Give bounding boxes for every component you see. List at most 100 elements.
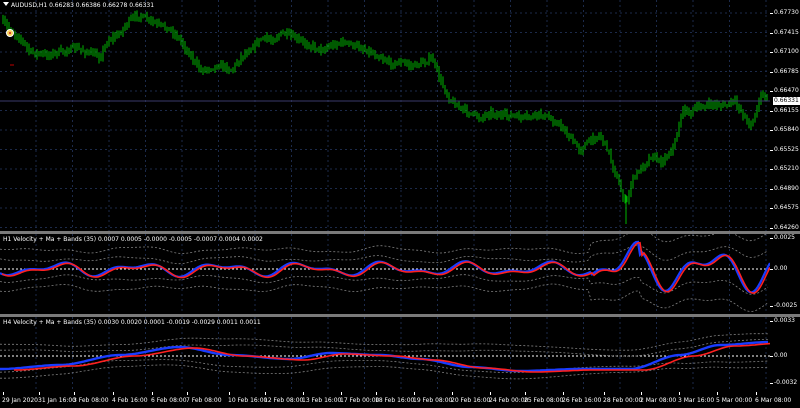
time-axis-label: 24 Feb 00:00 xyxy=(489,397,529,404)
time-axis-label: 12 Feb 08:00 xyxy=(264,397,304,404)
time-tick-mark xyxy=(490,392,491,395)
scale-tick-mark xyxy=(770,149,773,151)
scale-label: 0.66470 xyxy=(774,87,799,94)
current-price-label: 0.66331 xyxy=(773,97,800,105)
price-chart-panel[interactable]: AUDUSD,H1 0.66283 0.66386 0.66278 0.6633… xyxy=(0,0,770,231)
h1-velocity-scale[interactable]: 0.0025 0.00 -0.0025 xyxy=(770,234,800,314)
scale-tick-mark xyxy=(770,130,773,131)
time-tick-mark xyxy=(525,392,526,395)
scale-tick-mark xyxy=(770,52,773,53)
time-axis-label: 25 Feb 08:00 xyxy=(524,397,564,404)
velocity-line xyxy=(0,240,770,294)
time-tick-mark xyxy=(229,392,230,395)
scale-tick-mark xyxy=(770,321,773,322)
time-axis-label: 3 Feb 08:00 xyxy=(73,397,109,404)
scale-tick-mark xyxy=(770,71,773,73)
scale-tick-mark xyxy=(770,188,773,190)
time-tick-mark xyxy=(679,392,680,395)
scale-tick-mark xyxy=(770,227,773,229)
scale-label: -0.0032 xyxy=(774,379,798,386)
time-axis-label: 26 Feb 16:00 xyxy=(562,397,602,404)
time-axis-label: 13 Feb 16:00 xyxy=(302,397,342,404)
time-tick-mark xyxy=(303,392,304,395)
time-axis-label: 3 Mar 16:00 xyxy=(678,397,715,404)
h4-velocity-canvas[interactable] xyxy=(0,317,770,392)
time-axis-label: 6 Mar 08:00 xyxy=(755,397,792,404)
time-axis-label: 10 Feb 16:00 xyxy=(228,397,268,404)
time-axis-label: 7 Feb 08:00 xyxy=(186,397,222,404)
scale-label: 0.0033 xyxy=(774,317,795,324)
time-axis-label: 6 Feb 08:00 xyxy=(151,397,187,404)
velocity-ma-line xyxy=(1,241,770,294)
time-tick-mark xyxy=(265,392,266,395)
time-tick-mark xyxy=(187,392,188,395)
time-tick-mark xyxy=(3,392,4,395)
time-axis-label: 19 Feb 08:00 xyxy=(413,397,453,404)
scale-tick-mark xyxy=(770,169,773,170)
time-axis-label: 4 Feb 16:00 xyxy=(112,397,148,404)
trade-marker-icon[interactable] xyxy=(6,29,14,37)
time-axis-label: 29 Jan 2020 xyxy=(2,397,38,404)
velocity-band-line xyxy=(0,364,769,380)
time-tick-mark xyxy=(563,392,564,395)
scale-label: 0.65210 xyxy=(774,165,799,172)
scale-label: 0.66785 xyxy=(774,67,799,75)
scale-label: 0.64575 xyxy=(774,204,799,211)
scale-label: 0.67100 xyxy=(774,48,799,55)
velocity-band-line xyxy=(0,333,769,351)
time-axis[interactable]: 29 Jan 2020 31 Jan 16:00 3 Feb 08:00 4 Feb … xyxy=(0,392,800,408)
price-chart-canvas[interactable] xyxy=(0,0,770,231)
h1-velocity-panel[interactable]: H1 Velocity + Ma + Bands (35) 0.0007 0.0… xyxy=(0,234,770,314)
time-tick-mark xyxy=(74,392,75,395)
time-axis-label: 20 Feb 16:00 xyxy=(451,397,491,404)
time-tick-mark xyxy=(414,392,415,395)
velocity-band-line xyxy=(0,359,769,374)
scale-label: 0.0025 xyxy=(774,234,795,241)
price-scale[interactable]: 0.67730 0.67415 0.67100 0.66785 0.66470 0.661… xyxy=(770,0,800,231)
velocity-band-line xyxy=(0,283,769,312)
time-axis-label: 18 Feb 16:00 xyxy=(375,397,415,404)
scale-tick-mark xyxy=(770,238,773,239)
scale-label: 0.65525 xyxy=(774,145,799,153)
scale-tick-mark xyxy=(770,306,773,307)
scale-label: 0.00 xyxy=(774,352,788,359)
velocity-band-line xyxy=(0,274,769,295)
scale-label: 0.67415 xyxy=(774,28,799,36)
price-chart-title: AUDUSD,H1 0.66283 0.66386 0.66278 0.6633… xyxy=(3,2,154,9)
h1-velocity-canvas[interactable] xyxy=(0,234,770,314)
scale-tick-mark xyxy=(770,110,773,112)
h4-velocity-title: H4 Velocity + Ma + Bands (35) 0.0030 0.0… xyxy=(3,319,261,326)
time-tick-mark xyxy=(717,392,718,395)
time-axis-label: 5 Mar 00:00 xyxy=(716,397,753,404)
scale-label: 0.00 xyxy=(774,265,788,272)
h4-velocity-panel[interactable]: H4 Velocity + Ma + Bands (35) 0.0030 0.0… xyxy=(0,317,770,392)
time-tick-mark xyxy=(756,392,757,395)
time-tick-mark xyxy=(39,392,40,395)
time-tick-mark xyxy=(604,392,605,395)
scale-label: 0.64890 xyxy=(774,184,799,192)
time-axis-label: 17 Feb 00:00 xyxy=(340,397,380,404)
chart-menu-triangle-icon[interactable] xyxy=(3,2,9,6)
time-tick-mark xyxy=(113,392,114,395)
scale-tick-mark xyxy=(770,91,773,92)
h4-velocity-scale[interactable]: 0.0033 0.00 -0.0032 xyxy=(770,317,800,392)
time-tick-mark xyxy=(641,392,642,395)
time-tick-mark xyxy=(452,392,453,395)
scale-tick-mark xyxy=(770,208,773,209)
scale-label: 0.67730 xyxy=(774,9,799,16)
time-tick-mark xyxy=(152,392,153,395)
scale-tick-mark xyxy=(770,356,773,357)
scale-tick-mark xyxy=(770,269,773,270)
scale-tick-mark xyxy=(770,32,773,34)
scale-label: 0.64260 xyxy=(774,223,799,231)
velocity-band-line xyxy=(0,339,768,357)
time-axis-label: 28 Feb 00:00 xyxy=(603,397,643,404)
time-tick-mark xyxy=(376,392,377,395)
scale-tick-mark xyxy=(770,383,773,384)
time-tick-mark xyxy=(341,392,342,395)
scale-label: 0.65840 xyxy=(774,126,799,133)
scale-tick-mark xyxy=(770,13,773,14)
time-axis-label: 2 Mar 08:00 xyxy=(640,397,677,404)
scale-label: -0.0025 xyxy=(774,302,798,309)
h1-velocity-title: H1 Velocity + Ma + Bands (35) 0.0007 0.0… xyxy=(3,236,263,243)
